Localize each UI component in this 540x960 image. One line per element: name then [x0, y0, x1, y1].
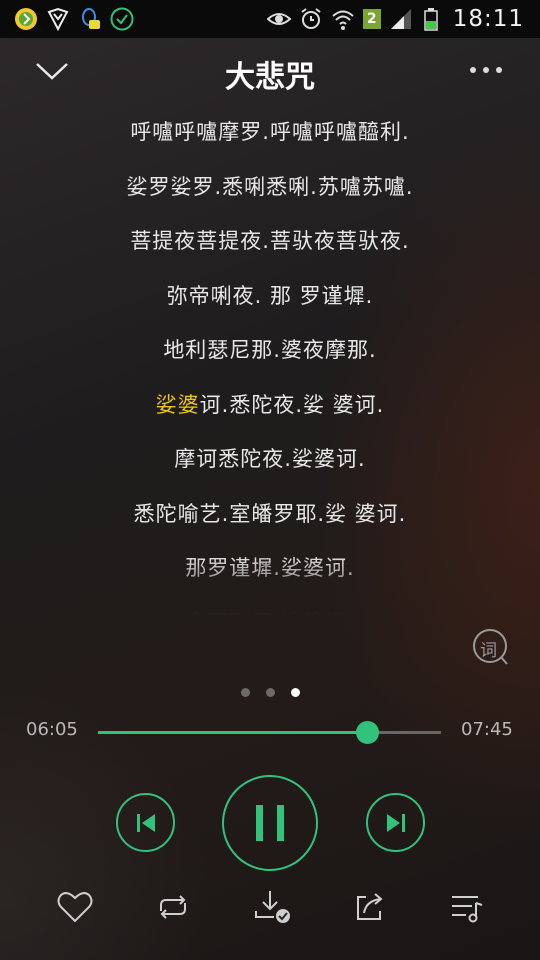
lyric-line: 地利瑟尼那.婆夜摩那.: [163, 338, 377, 362]
total-time: 07:45: [461, 719, 513, 740]
play-pause-button[interactable]: [222, 775, 318, 871]
shield-icon: [46, 7, 70, 32]
more-dots-icon: [470, 67, 502, 73]
eye-icon: [266, 7, 292, 31]
lyric-line: 娑罗娑罗.悉唎悉唎.苏嚧苏嚧.: [126, 174, 414, 199]
lyric-button-label: 词: [480, 641, 497, 661]
favorite-button[interactable]: [55, 887, 95, 927]
lyric-line: 摩罗那罗.娑婆诃.: [0, 601, 540, 616]
qq-chat-icon: [78, 7, 102, 31]
battery-icon: [421, 7, 445, 31]
status-bar: 2 18:11: [0, 0, 540, 38]
lyric-line: 摩诃悉陀夜.娑婆诃.: [174, 447, 366, 471]
skip-previous-icon: [136, 813, 155, 832]
page-dot[interactable]: [265, 688, 275, 697]
playlist-icon: [452, 896, 483, 923]
page-dot-active[interactable]: [290, 688, 300, 697]
current-time: 06:05: [26, 719, 78, 740]
lyric-toggle-button[interactable]: 词: [472, 628, 510, 666]
progress-fill: [98, 731, 368, 734]
heart-icon: [57, 892, 93, 923]
repeat-button[interactable]: [153, 887, 193, 927]
lyric-line: 菩提夜菩提夜.菩驮夜菩驮夜.: [130, 229, 410, 253]
player-header: 大悲咒: [0, 38, 540, 108]
more-button[interactable]: [468, 58, 504, 82]
page-indicator: [0, 688, 540, 697]
repeat-icon: [160, 895, 186, 919]
check-circle-icon: [110, 7, 134, 31]
download-button[interactable]: [252, 887, 292, 927]
alarm-icon: [299, 7, 323, 31]
lyric-line: 呼嚧呼嚧摩罗.呼嚧呼嚧醯利.: [130, 120, 410, 144]
wifi-icon: [331, 7, 355, 31]
lyrics-panel[interactable]: 呼嚧呼嚧摩罗.呼嚧呼嚧醯利. 娑罗娑罗.悉唎悉唎.苏嚧苏嚧. 菩提夜菩提夜.菩驮…: [0, 110, 540, 615]
download-icon: [255, 891, 290, 923]
share-icon: [357, 893, 383, 920]
playlist-button[interactable]: [448, 887, 488, 927]
qq-music-icon: [14, 7, 38, 31]
lyric-highlight: 娑婆: [155, 392, 200, 417]
pause-icon: [256, 805, 284, 841]
progress-slider[interactable]: [98, 721, 441, 744]
lyric-line: 那罗谨墀.娑婆诃.: [185, 556, 355, 580]
lyric-line-current: 娑婆诃.悉陀夜.娑 婆诃.: [0, 383, 540, 438]
page-dot[interactable]: [240, 688, 250, 697]
previous-button[interactable]: [116, 793, 175, 852]
song-title: 大悲咒: [225, 60, 315, 95]
lyric-current-rest: 诃.悉陀夜.娑 婆诃.: [199, 392, 385, 417]
lyric-line: 悉陀喻艺.室皤罗耶.娑 婆诃.: [133, 501, 407, 526]
network-badge: 2: [362, 9, 381, 29]
progress-thumb[interactable]: [355, 721, 379, 744]
status-time: 18:11: [452, 6, 524, 32]
share-button[interactable]: [350, 887, 390, 927]
lyric-line: 弥帝唎夜. 那 罗谨墀.: [166, 283, 374, 308]
skip-next-icon: [386, 813, 405, 832]
next-button[interactable]: [366, 793, 425, 852]
signal-icon: [389, 7, 413, 31]
